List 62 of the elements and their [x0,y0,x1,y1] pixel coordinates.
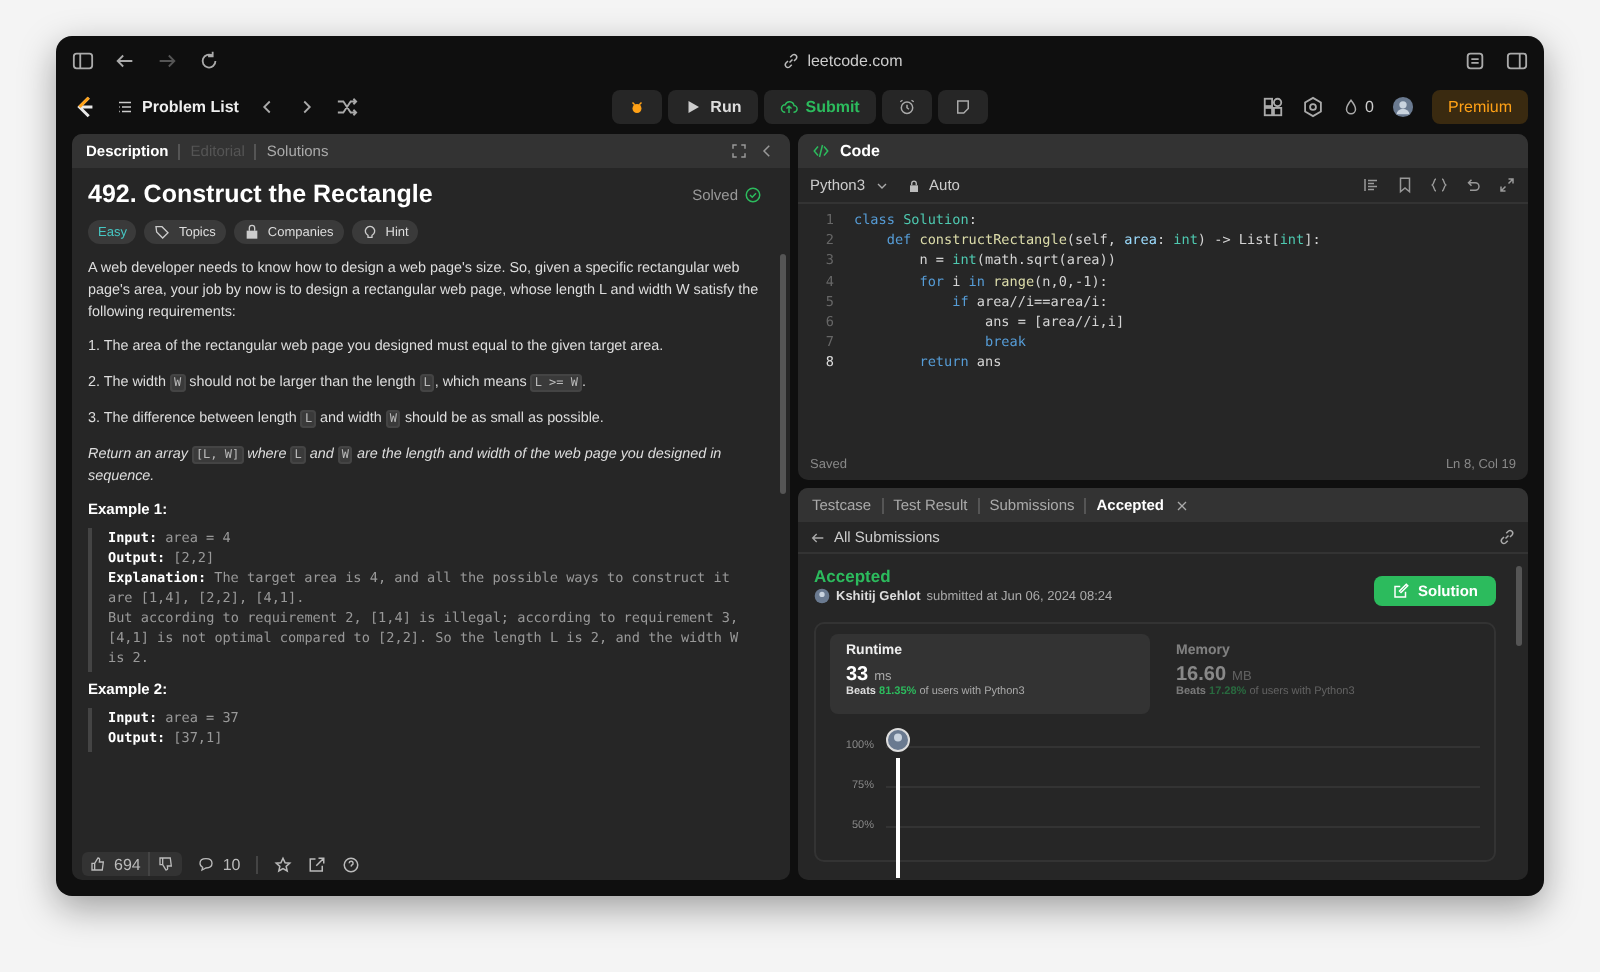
settings-icon[interactable] [1301,95,1324,117]
thumbs-up-icon [90,856,106,872]
avatar-icon [814,588,830,604]
dislike-button[interactable] [148,852,183,876]
streak-counter[interactable]: 0 [1341,97,1374,115]
comments-button[interactable]: 10 [198,855,241,873]
expand-icon[interactable] [1498,176,1516,194]
alarm-button[interactable] [881,89,932,123]
like-button[interactable]: 694 [82,852,149,876]
comment-icon [198,856,215,872]
lightbulb-icon [361,224,378,240]
layout-icon[interactable] [1261,95,1284,117]
debug-button[interactable] [612,89,663,123]
bug-icon [628,97,647,115]
format-icon[interactable] [1362,176,1380,194]
stat-value: 33 [846,664,869,686]
link-icon[interactable] [1498,528,1516,546]
share-icon[interactable] [308,855,327,873]
problem-list-button[interactable]: Problem List [116,97,239,115]
address-text[interactable]: leetcode.com [807,51,903,69]
link-icon [781,51,800,69]
problem-title: 492. Construct the Rectangle [88,180,435,208]
lock-icon [243,224,260,240]
cloud-upload-icon [779,97,798,115]
forward-icon[interactable] [156,49,178,71]
submit-button[interactable]: Submit [763,89,876,123]
runtime-marker [896,758,900,878]
thumbs-down-icon [158,856,175,872]
close-icon[interactable] [1174,497,1191,513]
back-arrow-icon [810,529,826,545]
reader-icon[interactable] [1464,49,1486,71]
fullscreen-icon[interactable] [730,142,748,160]
alarm-clock-icon [897,97,916,115]
bookmark-icon[interactable] [1396,176,1414,194]
note-button[interactable] [937,89,988,123]
lock-icon [905,177,922,193]
sidebar-icon[interactable] [1506,49,1528,71]
check-circle-icon [744,185,762,203]
play-icon [684,97,703,115]
star-icon[interactable] [274,855,293,873]
avatar-icon[interactable] [1392,95,1414,117]
logo-icon[interactable] [72,93,98,119]
avatar-icon [886,728,910,752]
help-icon[interactable] [342,855,361,873]
code-icon [812,142,830,160]
undo-icon[interactable] [1464,176,1482,194]
braces-icon[interactable] [1430,176,1448,194]
edit-icon [1392,582,1410,600]
list-icon [116,97,134,115]
note-icon [953,97,972,115]
premium-button[interactable]: Premium [1432,89,1529,123]
tag-icon [154,224,171,240]
drop-icon [1341,97,1360,115]
back-icon[interactable] [114,49,136,71]
collapse-icon[interactable] [758,142,776,160]
sidebar-icon[interactable] [72,49,94,71]
reload-icon[interactable] [198,49,220,71]
panel-title: Code [840,142,880,160]
shuffle-icon[interactable] [336,95,359,117]
stat-value: 16.60 [1176,664,1227,686]
verdict-text: Accepted [814,566,893,586]
run-button[interactable]: Run [668,89,758,123]
